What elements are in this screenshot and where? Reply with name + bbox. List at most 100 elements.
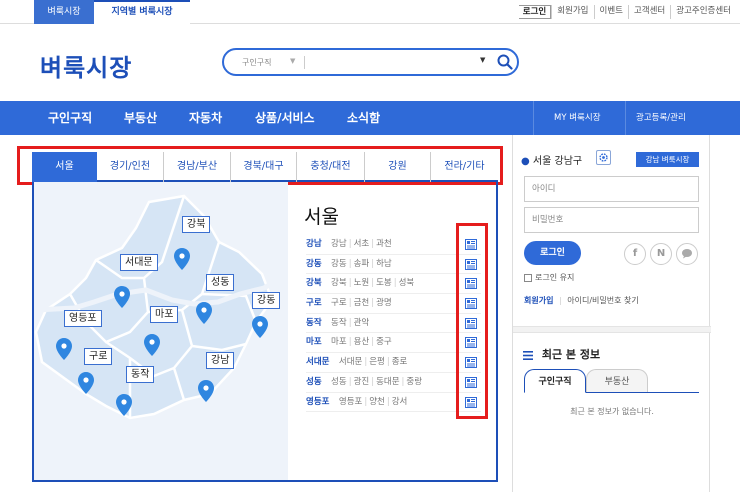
menu-icon (523, 350, 533, 360)
map-label-gangbuk[interactable]: 강북 (182, 216, 211, 233)
gear-icon[interactable] (596, 150, 611, 165)
district-sub-link[interactable]: 종로 (392, 357, 408, 367)
top-bar: 벼룩시장 지역별 벼룩시장 로그인 회원가입 이벤트 고객센터 광고주인증센터 (0, 0, 740, 24)
district-row-seodaemun: 서대문 서대문 | 은평 | 종로 (306, 353, 481, 373)
region-panel: 강북 서대문 성동 강동 영등포 마포 구로 동작 강남 서울 강남 강남 | … (32, 182, 498, 482)
tab-regional-flea-market[interactable]: 지역별 벼룩시장 (94, 0, 190, 24)
district-main-link[interactable]: 강동 (306, 259, 322, 269)
recent-tab-jobs[interactable]: 구인구직 (524, 369, 586, 393)
district-sub-link[interactable]: 과천 (376, 239, 392, 249)
naver-login-button[interactable]: N (650, 243, 672, 265)
search-input[interactable] (312, 54, 477, 70)
map-label-guro[interactable]: 구로 (84, 348, 113, 365)
map-label-seongdong[interactable]: 성동 (206, 274, 235, 291)
signup-link[interactable]: 회원가입 (551, 5, 593, 19)
customer-center-link[interactable]: 고객센터 (627, 5, 670, 19)
district-sub-link[interactable]: 성북 (399, 278, 415, 288)
seoul-map-shape (34, 194, 276, 420)
district-sub-link[interactable]: 양천 (369, 397, 385, 407)
seoul-map: 강북 서대문 성동 강동 영등포 마포 구로 동작 강남 (34, 182, 288, 480)
nav-jobs[interactable]: 구인구직 (48, 101, 92, 135)
district-sub-link[interactable]: 중구 (376, 337, 392, 347)
password-input[interactable]: 비밀번호 (524, 207, 699, 233)
district-sub-link[interactable]: 광명 (376, 298, 392, 308)
nav-news[interactable]: 소식함 (347, 101, 380, 135)
nav-divider (625, 101, 626, 135)
login-link[interactable]: 로그인 (518, 5, 552, 19)
recent-tab-real-estate[interactable]: 부동산 (586, 369, 648, 393)
utility-menu: 로그인 회원가입 이벤트 고객센터 광고주인증센터 (518, 5, 736, 19)
talk-login-button[interactable] (676, 243, 698, 265)
district-row-dongjak: 동작 동작 | 관악 (306, 314, 481, 334)
dropdown-arrow-icon[interactable]: ▼ (480, 56, 485, 64)
district-row-gangbuk: 강북 강북 | 노원 | 도봉 | 성북 (306, 274, 481, 295)
map-label-gangnam[interactable]: 강남 (206, 352, 235, 369)
district-main-link[interactable]: 강북 (306, 278, 322, 288)
district-row-yeongdeungpo: 영등포 영등포 | 양천 | 강서 (306, 393, 481, 413)
district-sub-link[interactable]: 하남 (376, 259, 392, 269)
nav-ad-register[interactable]: 광고등록/관리 (636, 101, 686, 135)
nav-cars[interactable]: 자동차 (189, 101, 222, 135)
district-main-link[interactable]: 영등포 (306, 397, 329, 407)
district-row-guro: 구로 구로 | 금천 | 광명 (306, 294, 481, 314)
event-link[interactable]: 이벤트 (593, 5, 628, 19)
district-sub-link[interactable]: 마포 (331, 337, 347, 347)
district-sub-link[interactable]: 서대문 (339, 357, 362, 367)
district-list: 강남 강남 | 서초 | 과천 강동 강동 | 송파 | 하남 강북 강북 | 노원 | 도봉 | 성북 구… (306, 235, 481, 413)
location-pin-icon: ● (521, 156, 530, 167)
district-sub-link[interactable]: 관악 (354, 318, 370, 328)
chevron-down-icon[interactable]: ▼ (290, 57, 295, 65)
nav-real-estate[interactable]: 부동산 (124, 101, 157, 135)
district-main-link[interactable]: 구로 (306, 298, 322, 308)
advertiser-auth-link[interactable]: 광고주인증센터 (670, 5, 736, 19)
district-sub-link[interactable]: 용산 (354, 337, 370, 347)
district-sub-link[interactable]: 노원 (354, 278, 370, 288)
district-sub-link[interactable]: 서초 (354, 239, 370, 249)
sidebar-divider (513, 326, 711, 333)
nav-divider (533, 101, 534, 135)
recent-title-text: 최근 본 정보 (541, 348, 601, 361)
search-category-select[interactable]: 구인구직 (242, 57, 271, 68)
map-label-dongjak[interactable]: 동작 (126, 366, 155, 383)
login-button[interactable]: 로그인 (524, 241, 581, 265)
district-sub-link[interactable]: 구로 (331, 298, 347, 308)
nav-my-flea-market[interactable]: MY 벼룩시장 (554, 101, 601, 135)
search-icon[interactable] (496, 53, 514, 71)
nav-goods-services[interactable]: 상품/서비스 (255, 101, 315, 135)
join-link[interactable]: 회원가입 (524, 296, 553, 305)
map-label-mapo[interactable]: 마포 (150, 306, 179, 323)
tab-flea-market[interactable]: 벼룩시장 (34, 0, 94, 24)
keep-login-checkbox[interactable] (524, 273, 532, 282)
logo[interactable]: 벼룩시장 (40, 48, 132, 83)
district-main-link[interactable]: 서대문 (306, 357, 329, 367)
map-label-gangdong[interactable]: 강동 (252, 292, 281, 309)
district-main-link[interactable]: 강남 (306, 239, 322, 249)
location-display: ● 서울 강남구 (521, 152, 582, 167)
find-account-link[interactable]: 아이디/비밀번호 찾기 (567, 296, 638, 305)
district-sub-link[interactable]: 영등포 (339, 397, 362, 407)
district-main-link[interactable]: 동작 (306, 318, 322, 328)
map-label-seodaemun[interactable]: 서대문 (120, 254, 158, 271)
district-sub-link[interactable]: 금천 (354, 298, 370, 308)
district-sub-link[interactable]: 은평 (369, 357, 385, 367)
highlight-box-icons (456, 223, 488, 419)
district-sub-link[interactable]: 성동 (331, 377, 347, 387)
district-main-link[interactable]: 성동 (306, 377, 322, 387)
district-sub-link[interactable]: 송파 (354, 259, 370, 269)
regional-market-button[interactable]: 강남 벼룩시장 (636, 152, 699, 167)
district-sub-link[interactable]: 강북 (331, 278, 347, 288)
district-sub-link[interactable]: 강남 (331, 239, 347, 249)
facebook-login-button[interactable]: f (624, 243, 646, 265)
keep-login[interactable]: 로그인 유지 (524, 272, 574, 283)
recent-title: 최근 본 정보 (523, 346, 600, 362)
district-sub-link[interactable]: 동대문 (376, 377, 399, 387)
district-sub-link[interactable]: 동작 (331, 318, 347, 328)
map-label-yeongdeungpo[interactable]: 영등포 (64, 310, 102, 327)
district-sub-link[interactable]: 도봉 (376, 278, 392, 288)
district-main-link[interactable]: 마포 (306, 337, 322, 347)
id-input[interactable]: 아이디 (524, 176, 699, 202)
district-sub-link[interactable]: 강동 (331, 259, 347, 269)
district-sub-link[interactable]: 중랑 (406, 377, 422, 387)
district-sub-link[interactable]: 광진 (354, 377, 370, 387)
district-sub-link[interactable]: 강서 (392, 397, 408, 407)
